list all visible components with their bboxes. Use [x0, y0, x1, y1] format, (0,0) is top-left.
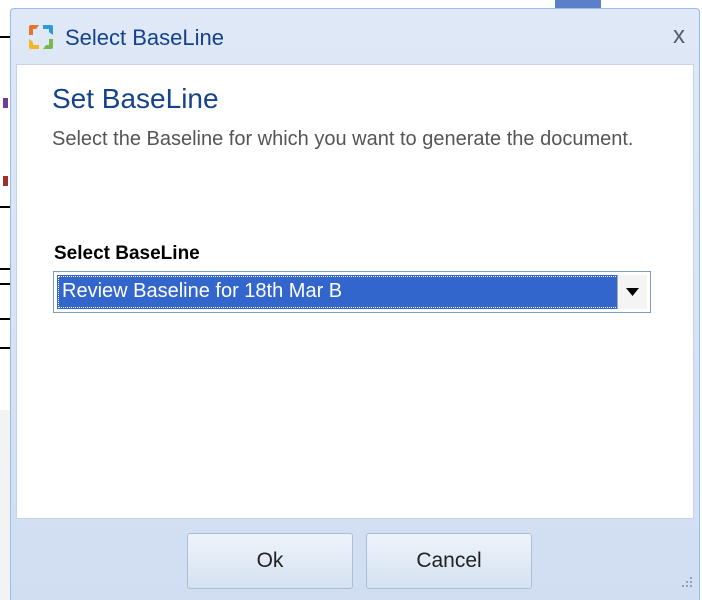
dialog-body: Set BaseLine Select the Baseline for whi… [16, 64, 694, 519]
dropdown-button[interactable] [617, 275, 647, 309]
cancel-button[interactable]: Cancel [366, 533, 532, 589]
dialog-title: Select BaseLine [65, 25, 224, 50]
select-baseline-dialog: Select BaseLine x Set BaseLine Select th… [10, 8, 700, 600]
baseline-selected-value: Review Baseline for 18th Mar B [62, 280, 343, 302]
background-marker [3, 176, 8, 186]
screen: Select BaseLine x Set BaseLine Select th… [0, 0, 702, 600]
baseline-select[interactable]: Review Baseline for 18th Mar B [53, 271, 651, 313]
resize-grip-icon[interactable] [679, 574, 693, 588]
close-button[interactable]: x [667, 23, 691, 49]
close-icon: x [673, 22, 685, 49]
section-description: Select the Baseline for which you want t… [52, 128, 634, 150]
section-heading: Set BaseLine [52, 83, 219, 114]
app-logo-icon [25, 21, 57, 53]
baseline-field-label: Select BaseLine [54, 243, 200, 264]
dialog-titlebar[interactable]: Select BaseLine x [11, 9, 699, 61]
chevron-down-icon [626, 288, 639, 296]
ok-button[interactable]: Ok [187, 533, 353, 589]
background-marker [3, 98, 8, 108]
baseline-select-highlight: Review Baseline for 18th Mar B [57, 275, 647, 309]
